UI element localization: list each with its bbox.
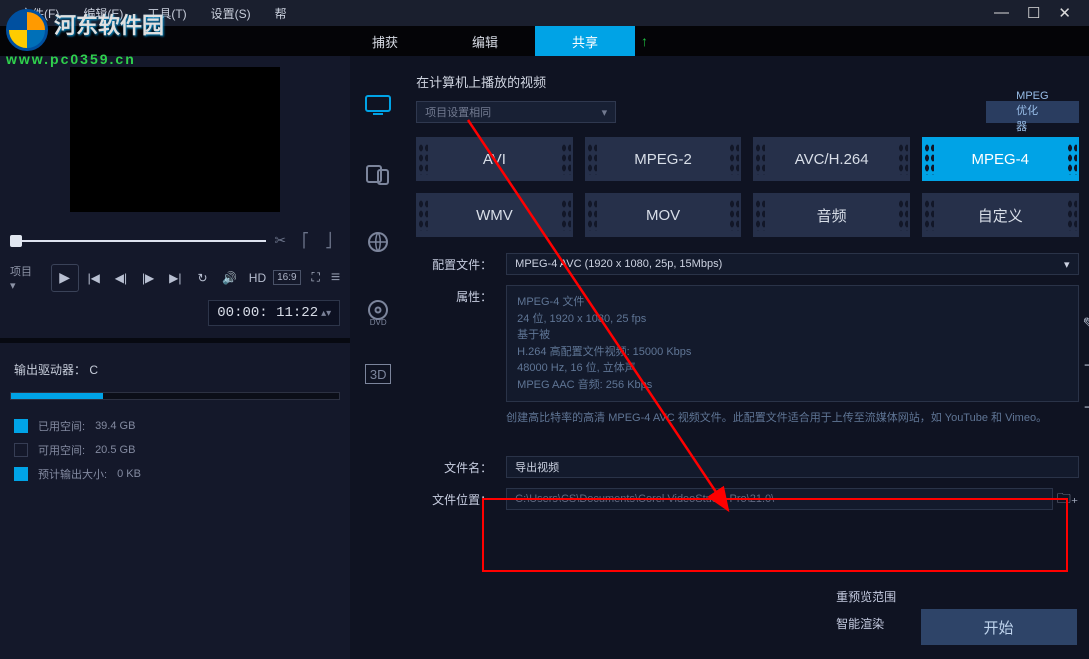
play-button[interactable]: ▶: [51, 264, 79, 292]
prev-frame-button[interactable]: ◀|: [109, 267, 133, 289]
disc-icon[interactable]: DVD: [362, 296, 394, 324]
prop-line: 24 位, 1920 x 1080, 25 fps: [517, 311, 1067, 328]
project-mode-label[interactable]: 项目▾: [10, 263, 36, 292]
profile-dropdown[interactable]: MPEG-4 AVC (1920 x 1080, 25p, 15Mbps)▾: [506, 253, 1078, 275]
filename-input[interactable]: 导出视频: [506, 456, 1078, 478]
tab-edit[interactable]: 编辑: [435, 26, 535, 56]
free-space-label: 可用空间:: [38, 442, 85, 458]
prop-line: 基于被: [517, 327, 1067, 344]
tab-capture[interactable]: 捕获: [335, 26, 435, 56]
menu-help[interactable]: 帮: [263, 5, 299, 22]
prop-line: H.264 高配置文件视频: 15000 Kbps: [517, 344, 1067, 361]
web-icon[interactable]: [362, 228, 394, 256]
3d-icon[interactable]: 3D: [365, 364, 391, 384]
output-drive-label: 输出驱动器：: [14, 363, 86, 377]
est-size-label: 预计输出大小:: [38, 466, 107, 482]
format-grid: AVI MPEG-2 AVC/H.264 MPEG-4 WMV MOV 音频 自…: [416, 137, 1078, 237]
preview-panel: ✂ ⎡ ⎦ 项目▾ ▶ |◀ ◀| |▶ ▶| ↻ 🔊 HD 16:9 ⛶ ≡ …: [0, 56, 350, 659]
tab-share[interactable]: 共享: [535, 26, 635, 56]
output-drive-value: C: [89, 363, 98, 377]
browse-folder-icon[interactable]: 🗀₊: [1057, 488, 1079, 512]
remove-profile-icon[interactable]: －: [1083, 394, 1089, 418]
share-target-rail: DVD 3D: [350, 56, 406, 659]
watermark-url: www.pc0359.cn: [6, 51, 164, 67]
close-button[interactable]: ✕: [1058, 4, 1071, 22]
format-mpeg4[interactable]: MPEG-4: [922, 137, 1079, 181]
format-avi[interactable]: AVI: [416, 137, 573, 181]
mpeg-optimizer-button[interactable]: MPEG 优化器: [986, 101, 1078, 123]
share-heading: 在计算机上播放的视频: [416, 72, 1078, 91]
repeat-button[interactable]: ↻: [190, 267, 214, 289]
profile-description: 创建高比特率的高清 MPEG-4 AVC 视频文件。此配置文件适合用于上传至流媒…: [506, 410, 1078, 428]
used-swatch: [14, 419, 28, 433]
est-swatch: [14, 467, 28, 481]
timeline-thumb[interactable]: [10, 235, 22, 247]
minimize-button[interactable]: —: [994, 4, 1009, 22]
volume-button[interactable]: 🔊: [218, 267, 242, 289]
add-profile-icon[interactable]: ＋: [1083, 352, 1089, 376]
mark-in-icon[interactable]: ⎡: [294, 232, 317, 249]
format-mpeg2[interactable]: MPEG-2: [585, 137, 742, 181]
preview-frame: [70, 67, 280, 212]
prop-line: MPEG AAC 音频: 256 Kbps: [517, 377, 1067, 394]
used-space-label: 已用空间:: [38, 418, 85, 434]
est-size-value: 0 KB: [117, 468, 141, 480]
edit-profile-icon[interactable]: ✎: [1083, 314, 1089, 334]
properties-label: 属性：: [416, 285, 506, 305]
profile-label: 配置文件：: [416, 253, 506, 273]
range-label: 重预览范围: [836, 584, 896, 610]
video-preview: [10, 64, 340, 214]
filepath-label: 文件位置：: [416, 488, 506, 508]
watermark-site-name: 河东软件园: [54, 13, 164, 38]
end-button[interactable]: ▶|: [163, 267, 187, 289]
home-button[interactable]: |◀: [82, 267, 106, 289]
format-mov[interactable]: MOV: [585, 193, 742, 237]
watermark-logo: [6, 9, 48, 51]
watermark: 河东软件园 www.pc0359.cn: [6, 8, 164, 67]
prop-line: MPEG-4 文件: [517, 294, 1067, 311]
used-space-value: 39.4 GB: [95, 420, 135, 432]
free-swatch: [14, 443, 28, 457]
filepath-input[interactable]: C:\Users\CS\Documents\Corel VideoStudio …: [506, 488, 1052, 510]
timecode-display[interactable]: 00:00: 11:22▴▾: [208, 300, 340, 326]
profile-tools: ✎ ＋ －: [1083, 314, 1089, 418]
format-avc[interactable]: AVC/H.264: [753, 137, 910, 181]
project-settings-dropdown[interactable]: 项目设置相同▾: [416, 101, 616, 123]
hd-label[interactable]: HD: [245, 271, 270, 285]
timeline-slider[interactable]: ✂ ⎡ ⎦: [10, 232, 340, 249]
upload-icon[interactable]: ↑: [641, 33, 648, 49]
format-custom[interactable]: 自定义: [922, 193, 1079, 237]
computer-icon[interactable]: [362, 92, 394, 120]
menu-setting[interactable]: 设置(S): [199, 5, 263, 22]
expand-button[interactable]: ⛶: [304, 267, 328, 289]
player-controls: 项目▾ ▶ |◀ ◀| |▶ ▶| ↻ 🔊 HD 16:9 ⛶ ≡: [10, 263, 340, 292]
prop-line: 48000 Hz, 16 位, 立体声: [517, 360, 1067, 377]
smart-render-label: 智能渲染: [836, 611, 896, 637]
device-icon[interactable]: [362, 160, 394, 188]
format-wmv[interactable]: WMV: [416, 193, 573, 237]
disk-usage-bar: [10, 392, 340, 400]
preview-menu-icon[interactable]: ≡: [331, 269, 340, 287]
properties-box: MPEG-4 文件 24 位, 1920 x 1080, 25 fps 基于被 …: [506, 285, 1078, 402]
share-panel: DVD 3D 在计算机上播放的视频 项目设置相同▾ MPEG 优化器 AVI M…: [350, 56, 1089, 659]
next-frame-button[interactable]: |▶: [136, 267, 160, 289]
free-space-value: 20.5 GB: [95, 444, 135, 456]
chevron-down-icon: ▾: [602, 106, 608, 119]
filename-label: 文件名：: [416, 456, 506, 476]
mark-out-icon[interactable]: ⎦: [317, 232, 340, 249]
aspect-ratio-label[interactable]: 16:9: [273, 270, 300, 285]
format-audio[interactable]: 音频: [753, 193, 910, 237]
chevron-down-icon: ▾: [1064, 258, 1070, 271]
start-button[interactable]: 开始: [921, 609, 1077, 645]
maximize-button[interactable]: ☐: [1027, 4, 1040, 22]
split-icon[interactable]: ✂: [266, 232, 294, 249]
